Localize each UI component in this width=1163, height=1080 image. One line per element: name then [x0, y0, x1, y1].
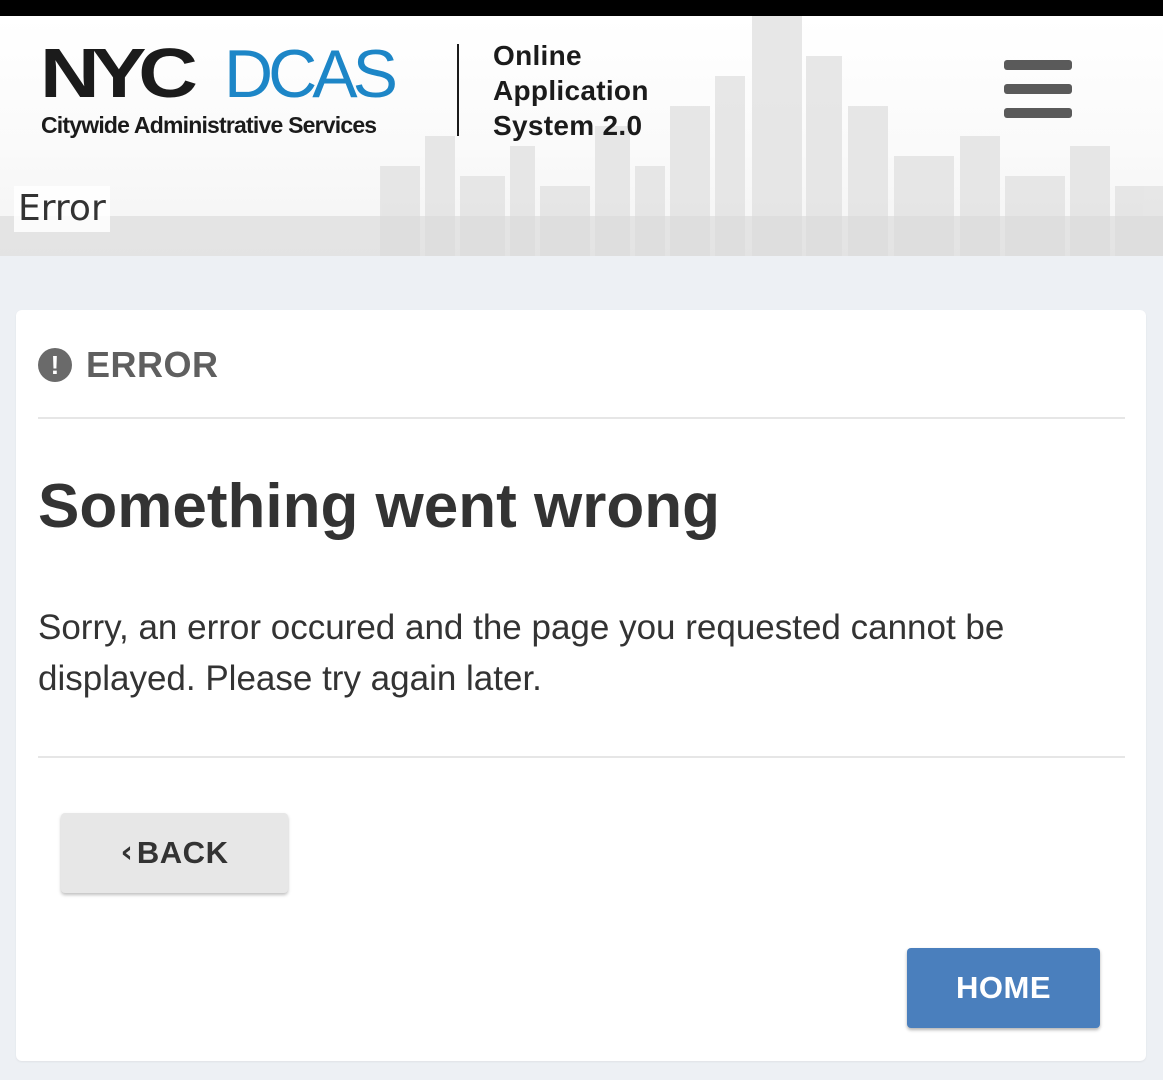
menu-bar-middle [1004, 84, 1072, 94]
error-card: ! ERROR Something went wrong Sorry, an e… [16, 310, 1146, 1061]
menu-bar-bottom [1004, 108, 1072, 118]
logo-subtitle: Citywide Administrative Services [41, 112, 377, 138]
error-card-header: ! ERROR [38, 344, 219, 386]
menu-bar-top [1004, 60, 1072, 70]
chevron-left-icon: ‹ [120, 834, 133, 870]
logo-divider [457, 44, 459, 136]
nyc-logo-mark: NYC [40, 34, 198, 112]
page-title: Error [14, 186, 110, 232]
back-button-label: BACK [136, 835, 229, 870]
dcas-logo-text: DCAS [224, 36, 398, 112]
divider [38, 756, 1125, 758]
app-title-line-1: Online [493, 40, 582, 71]
back-button[interactable]: ‹ BACK [61, 813, 288, 893]
error-label: ERROR [86, 344, 219, 385]
app-title: Online Application System 2.0 [493, 38, 649, 143]
site-header: NYC DCAS Citywide Administrative Service… [0, 16, 1163, 256]
top-status-bar [0, 0, 1163, 16]
home-button[interactable]: HOME [907, 948, 1100, 1028]
app-title-line-3: System 2.0 [493, 110, 643, 141]
divider [38, 417, 1125, 419]
home-button-label: HOME [956, 970, 1051, 1005]
hamburger-menu-icon[interactable] [1004, 60, 1072, 118]
exclamation-circle-icon: ! [38, 348, 72, 382]
app-title-line-2: Application [493, 75, 649, 106]
error-message: Sorry, an error occured and the page you… [38, 608, 1005, 698]
error-headline: Something went wrong [38, 472, 720, 541]
